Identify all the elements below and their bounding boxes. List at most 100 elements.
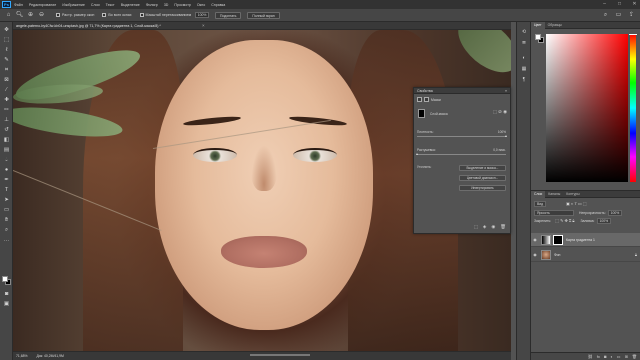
apply-mask-icon[interactable]: ◈ — [483, 224, 486, 230]
hue-slider-knob[interactable] — [629, 34, 637, 35]
vector-mask-icon[interactable] — [424, 97, 429, 102]
home-icon[interactable]: ⌂ — [4, 11, 13, 20]
pixel-mask-icon[interactable] — [417, 97, 422, 102]
select-and-mask-button[interactable]: Выделение и маска... — [459, 165, 506, 171]
fill-field[interactable]: 100% — [596, 218, 612, 224]
eyedropper-tool-icon[interactable]: ⁄ — [2, 86, 11, 95]
menu-view[interactable]: Просмотр — [174, 3, 190, 7]
collapse-icon[interactable]: » — [505, 88, 507, 94]
move-tool-icon[interactable]: ✥ — [2, 26, 11, 35]
libraries-icon[interactable]: ▦ — [520, 65, 528, 73]
brush-tool-icon[interactable]: ✏ — [2, 106, 11, 115]
trash-icon[interactable]: 🗑︎ — [632, 354, 637, 359]
fill-screen-button[interactable]: Полный экран — [247, 11, 280, 19]
menu-edit[interactable]: Редактирование — [29, 3, 56, 7]
menu-select[interactable]: Выделение — [121, 3, 140, 7]
color-range-button[interactable]: Цветовой диапазон... — [459, 175, 506, 181]
visibility-eye-icon[interactable]: ◉ — [531, 237, 539, 242]
group-icon[interactable]: ▭ — [617, 354, 621, 359]
visibility-eye-icon[interactable]: ◉ — [531, 252, 539, 257]
zoom-value-field[interactable]: 100% — [195, 12, 210, 18]
density-slider[interactable] — [417, 136, 506, 137]
eraser-tool-icon[interactable]: ◧ — [2, 136, 11, 145]
close-icon[interactable]: ✕ — [631, 1, 638, 8]
minimize-icon[interactable]: – — [601, 1, 608, 8]
tab-color[interactable]: Цвет — [531, 21, 545, 29]
opacity-field[interactable]: 100% — [607, 210, 623, 216]
menu-window[interactable]: Окно — [197, 3, 205, 7]
maximize-icon[interactable]: □ — [616, 1, 623, 8]
foreground-color-swatch[interactable] — [2, 276, 8, 282]
zoom-readout[interactable]: 71,68% — [16, 354, 28, 358]
properties-header[interactable]: Свойства » — [414, 88, 510, 94]
toggle-mask-icon[interactable]: ◉ — [491, 224, 495, 230]
adjustment-layer-icon[interactable]: ◐ — [610, 354, 612, 359]
layer-row-gradient-map[interactable]: ◉ Карта градиента 1 — [531, 233, 640, 247]
tab-paths[interactable]: Контуры — [563, 192, 582, 196]
screen-mode-icon[interactable]: ▣ — [2, 300, 11, 309]
quick-select-tool-icon[interactable]: ✎ — [2, 56, 11, 65]
rectangle-tool-icon[interactable]: ▭ — [2, 206, 11, 215]
menu-file[interactable]: Файл — [14, 3, 23, 7]
adjustments-icon[interactable]: ◐ — [520, 54, 528, 62]
path-select-icon[interactable]: ➤ — [2, 196, 11, 205]
invert-button[interactable]: Инвертировать — [459, 185, 506, 191]
share-icon[interactable]: ⇪ — [627, 11, 636, 20]
density-value[interactable]: 100% — [498, 130, 506, 134]
mask-thumbnail[interactable] — [553, 234, 563, 245]
hand-tool-icon[interactable]: ✋︎ — [2, 216, 11, 225]
history-icon[interactable]: ⟲ — [520, 28, 528, 36]
lock-icons[interactable]: ⬚ ✎ ✥ ⌗ 🔒︎ — [555, 218, 574, 223]
load-selection-icon[interactable]: ⬚ — [474, 224, 478, 230]
document-tab[interactable]: angele-paterno-by4Cfw-kb04-unsplash.jpg … — [13, 22, 511, 30]
add-mask-icon[interactable]: ◙ — [604, 354, 606, 359]
workspace-icon[interactable]: ▭ — [614, 11, 623, 20]
paragraph-icon[interactable]: ¶ — [520, 76, 528, 84]
lock-icon[interactable]: 🔒︎ — [635, 252, 637, 257]
link-icon[interactable]: ⛓︎ — [588, 354, 593, 359]
lasso-tool-icon[interactable]: ℓ — [2, 46, 11, 55]
layer-filter-icons[interactable]: ▣ ◐ T ▭ ⬚ — [566, 201, 587, 206]
menu-type[interactable]: Текст — [106, 3, 115, 7]
zoom-in-icon[interactable]: ⊕ — [26, 11, 35, 20]
layer-row-background[interactable]: ◉ Фон 🔒︎ — [531, 248, 640, 262]
hue-slider[interactable] — [630, 34, 636, 182]
blend-mode-select[interactable]: Яркость — [534, 210, 574, 216]
feather-slider-knob[interactable] — [415, 153, 418, 155]
frame-tool-icon[interactable]: ⊠ — [2, 76, 11, 85]
zoom-icon[interactable]: ⌕ — [2, 226, 11, 235]
layer-name[interactable]: Фон — [554, 253, 560, 257]
horizontal-scrollbar[interactable] — [250, 354, 310, 356]
density-slider-knob[interactable] — [504, 135, 507, 137]
menu-help[interactable]: Справка — [211, 3, 225, 7]
blur-tool-icon[interactable]: 💧︎ — [2, 156, 11, 165]
foreground-color-chip[interactable] — [535, 34, 541, 40]
delete-icon[interactable]: 🗑︎ — [500, 224, 506, 230]
more-tools-icon[interactable]: … — [2, 236, 11, 245]
zoom-tool-icon[interactable]: 🔍︎ — [15, 11, 24, 20]
close-document-icon[interactable]: × — [202, 23, 205, 28]
history-brush-icon[interactable]: ↺ — [2, 126, 11, 135]
zoom-out-icon[interactable]: ⊖ — [37, 11, 46, 20]
quick-mask-icon[interactable]: ◙ — [2, 290, 11, 299]
menu-3d[interactable]: 3D — [164, 3, 169, 7]
type-tool-icon[interactable]: T — [2, 186, 11, 195]
all-windows-checkbox[interactable]: Во всех окнах — [102, 13, 132, 17]
feather-value[interactable]: 0,0 пикс. — [493, 148, 506, 152]
fx-icon[interactable]: fx — [597, 354, 600, 359]
new-layer-icon[interactable]: ⊞ — [625, 354, 628, 359]
tab-layers[interactable]: Слои — [531, 190, 546, 198]
menu-layers[interactable]: Слои — [91, 3, 100, 7]
layer-kind-select[interactable]: Вид — [534, 201, 547, 207]
stamp-tool-icon[interactable]: ⊥ — [2, 116, 11, 125]
crop-tool-icon[interactable]: ⌗ — [2, 66, 11, 75]
resize-windows-checkbox[interactable]: Растр. размер окон — [56, 13, 94, 17]
scrubby-zoom-checkbox[interactable]: Масштаб перетаскиванием — [139, 13, 191, 17]
dodge-tool-icon[interactable]: ● — [2, 166, 11, 175]
menu-filter[interactable]: Фильтр — [146, 3, 158, 7]
search-icon[interactable]: ⌕ — [601, 11, 610, 20]
feather-slider[interactable] — [417, 154, 506, 155]
fit-screen-button[interactable]: Подогнать — [215, 11, 242, 19]
healing-tool-icon[interactable]: ✚ — [2, 96, 11, 105]
color-picker-field[interactable] — [546, 34, 628, 182]
